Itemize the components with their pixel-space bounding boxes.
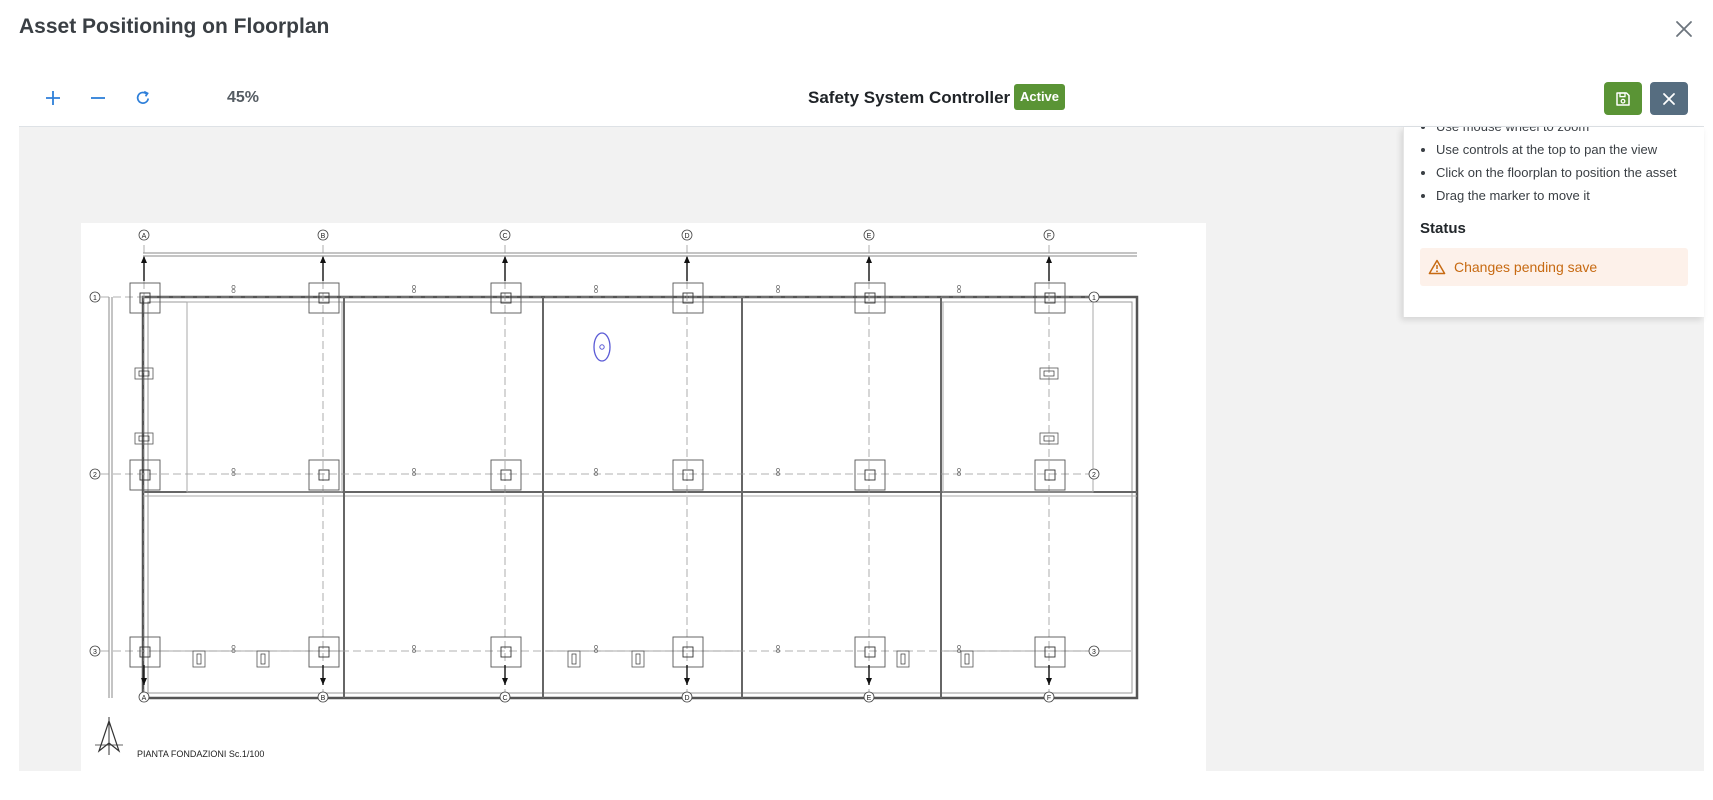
grid-label: 3 — [93, 649, 97, 656]
status-heading: Status — [1420, 220, 1466, 237]
help-panel: Use mouse wheel to zoom Use controls at … — [1403, 127, 1704, 317]
floorplan-toolbar: 45% Safety System Controller Active — [19, 70, 1704, 127]
grid-label: A — [142, 695, 147, 702]
cancel-button[interactable] — [1650, 82, 1688, 115]
plus-icon — [46, 91, 60, 105]
status-message: Changes pending save — [1454, 259, 1598, 275]
status-alert: Changes pending save — [1420, 248, 1688, 286]
north-arrow-icon — [95, 717, 123, 755]
floorplan-title: PIANTA FONDAZIONI Sc.1/100 — [137, 749, 264, 759]
grid-label: C — [502, 695, 507, 702]
help-item-drag: Drag the marker to move it — [1436, 184, 1704, 207]
grid-label: D — [684, 695, 689, 702]
grid-label: E — [867, 695, 872, 702]
zoom-level-readout: 45% — [227, 89, 260, 106]
grid-label: F — [1047, 233, 1051, 240]
asset-name: Safety System Controller — [808, 88, 1011, 107]
grid-label: C — [502, 233, 507, 240]
grid-label: D — [684, 233, 689, 240]
grid-label: E — [867, 233, 872, 240]
zoom-out-button[interactable] — [83, 84, 113, 112]
floppy-disk-icon — [1616, 91, 1630, 106]
grid-label: F — [1047, 695, 1051, 702]
grid-label: A — [142, 233, 147, 240]
modal-close-icon[interactable] — [1673, 18, 1695, 40]
help-item-zoom: Use mouse wheel to zoom — [1436, 127, 1704, 138]
grid-label: 2 — [1092, 472, 1096, 479]
location-pin-icon — [599, 344, 605, 350]
refresh-icon — [136, 90, 150, 104]
grid-label: 2 — [93, 472, 97, 479]
warning-triangle-icon — [1428, 259, 1446, 275]
grid-label: 1 — [93, 295, 97, 302]
zoom-in-button[interactable] — [38, 84, 68, 112]
help-instructions: Use mouse wheel to zoom Use controls at … — [1404, 127, 1704, 207]
grid-label: B — [321, 695, 326, 702]
help-item-pan: Use controls at the top to pan the view — [1436, 138, 1704, 161]
save-button[interactable] — [1604, 82, 1642, 115]
close-icon — [1663, 92, 1675, 105]
grid-label: B — [321, 233, 326, 240]
reset-view-button[interactable] — [128, 84, 158, 112]
modal-title: Asset Positioning on Floorplan — [19, 15, 330, 38]
status-badge: Active — [1014, 84, 1066, 110]
grid-label: 1 — [1092, 295, 1096, 302]
asset-marker[interactable] — [593, 332, 611, 362]
help-item-position: Click on the floorplan to position the a… — [1436, 161, 1704, 184]
minus-icon — [91, 97, 105, 99]
grid-label: 3 — [1092, 649, 1096, 656]
floorplan-image[interactable]: A A B B C C D D E E F F 1 1 2 2 3 3 PIANTA FONDAZIONI Sc.… — [81, 223, 1206, 771]
